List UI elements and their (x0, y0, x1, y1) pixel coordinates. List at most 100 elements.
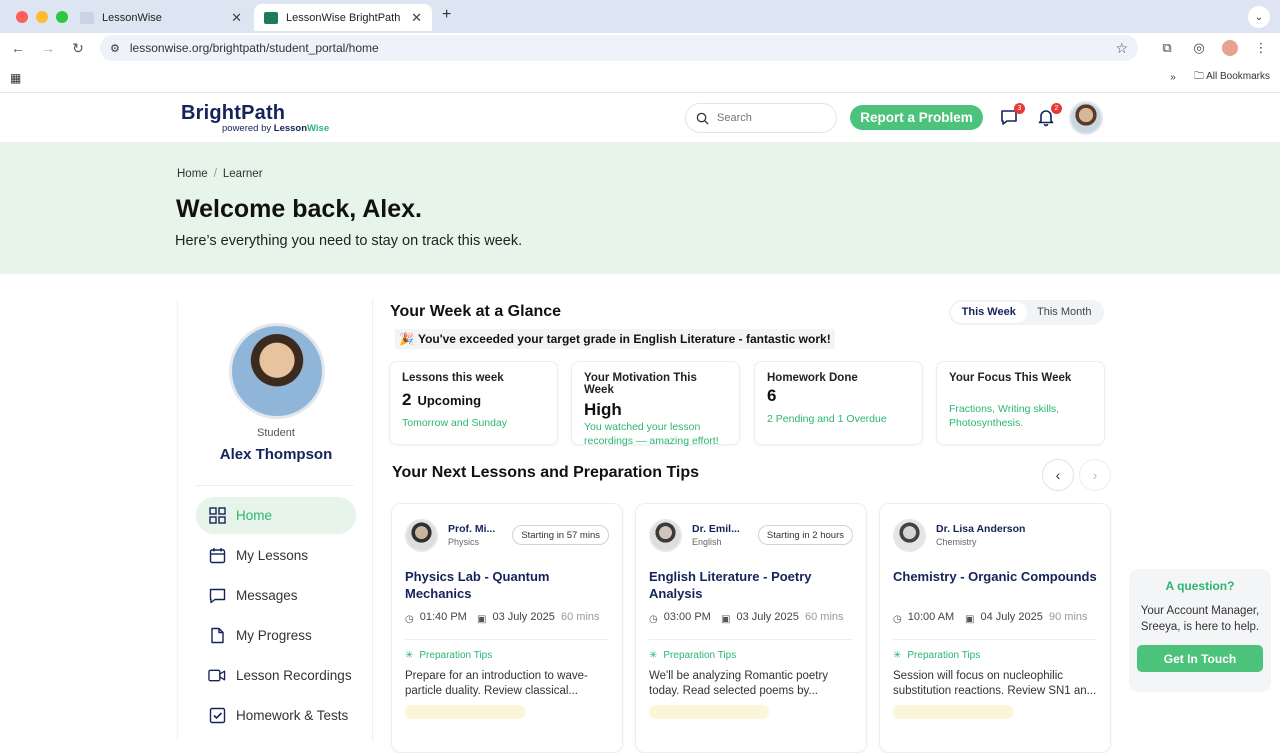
brightpath-logo[interactable]: BrightPath powered by LessonWise (181, 102, 329, 134)
stat-card-lessons: Lessons this week 2 Upcoming Tomorrow and… (389, 361, 558, 445)
apps-grid-icon[interactable]: ▦ (10, 71, 21, 85)
window-controls[interactable] (16, 11, 68, 23)
lesson-time: 10:00 AM (907, 611, 955, 623)
site-settings-icon[interactable]: ⚙ (110, 42, 120, 55)
search-box[interactable] (685, 103, 837, 133)
tab-close-icon[interactable]: ✕ (231, 10, 242, 26)
tab-favicon-icon (264, 11, 278, 24)
page-title: Welcome back, Alex. (176, 195, 422, 223)
lesson-card[interactable]: Dr. Emil... English Starting in 2 hours E… (635, 503, 867, 753)
teacher-subject: Physics (448, 537, 480, 547)
sparkle-icon: ✳ (405, 650, 414, 661)
back-icon[interactable]: ← (10, 40, 26, 56)
prep-label: Preparation Tips (419, 650, 493, 661)
week-glance-title: Your Week at a Glance (390, 303, 562, 320)
powered-by-text: powered by (222, 123, 272, 134)
stat-title: Homework Done (767, 372, 858, 384)
more-bookmarks-icon[interactable]: » (1170, 72, 1176, 83)
minimize-window-icon[interactable] (36, 11, 48, 23)
chrome-labs-icon[interactable]: ◎ (1190, 40, 1208, 56)
teacher-avatar (405, 518, 438, 552)
lesson-title[interactable]: English Literature - Poetry Analysis (649, 568, 853, 602)
help-widget: A question? Your Account Manager, Sreeya… (1129, 569, 1271, 692)
close-window-icon[interactable] (16, 11, 28, 23)
browser-tabbar: LessonWise ✕ LessonWise BrightPath ✕ + ⌄ (0, 0, 1280, 33)
breadcrumb-home[interactable]: Home (177, 168, 208, 180)
teacher-name: Dr. Emil... (692, 523, 740, 535)
browser-menu-icon[interactable]: ⋮ (1252, 40, 1270, 56)
video-icon (208, 667, 226, 685)
new-tab-icon[interactable]: + (442, 6, 451, 24)
lesson-time: 03:00 PM (663, 611, 711, 623)
search-input[interactable] (717, 112, 817, 124)
clock-icon: ◷ (405, 614, 414, 625)
profile-name: Alex Thompson (219, 446, 333, 463)
carousel-prev-button[interactable]: ‹ (1042, 459, 1074, 491)
sidebar-item-homework-tests[interactable]: Homework & Tests (196, 697, 356, 734)
stat-title: Lessons this week (402, 372, 504, 384)
stat-card-homework: Homework Done 6 2 Pending and 1 Overdue (754, 361, 923, 445)
lesson-card[interactable]: Prof. Mi... Physics Starting in 57 mins P… (391, 503, 623, 753)
toggle-this-week[interactable]: This Week (951, 302, 1027, 323)
reload-icon[interactable]: ↻ (70, 40, 86, 57)
sidebar-divider (196, 485, 354, 486)
extensions-icon[interactable]: ⧉ (1158, 40, 1176, 56)
lesson-title[interactable]: Physics Lab - Quantum Mechanics (405, 568, 609, 602)
chevron-left-icon: ‹ (1055, 467, 1061, 483)
url-text[interactable]: lessonwise.org/brightpath/student_portal… (130, 41, 1106, 55)
maximize-window-icon[interactable] (56, 11, 68, 23)
document-icon (208, 627, 226, 645)
browser-toolbar: ← → ↻ ⚙ lessonwise.org/brightpath/studen… (0, 33, 1280, 63)
chat-icon (208, 587, 226, 605)
lesson-duration: 60 mins (805, 611, 844, 623)
starting-badge: Starting in 57 mins (512, 525, 609, 545)
lesson-date: 03 July 2025 (736, 611, 799, 623)
grid-icon (208, 507, 226, 525)
forward-icon[interactable]: → (40, 40, 56, 56)
carousel-next-button[interactable]: › (1079, 459, 1111, 491)
achievement-banner: 🎉 You've exceeded your target grade in E… (395, 329, 835, 349)
tab-label: LessonWise BrightPath (286, 11, 401, 24)
messages-button[interactable]: 3 (999, 103, 1025, 129)
search-icon (696, 112, 709, 125)
browser-tab-brightpath[interactable]: LessonWise BrightPath ✕ (254, 4, 432, 31)
sparkle-icon: ✳ (893, 650, 902, 661)
stat-value: 6 (767, 386, 777, 405)
user-avatar[interactable] (1069, 101, 1103, 135)
browser-tab-lessonwise[interactable]: LessonWise ✕ (70, 4, 252, 31)
lesson-tag (893, 705, 1013, 719)
tab-label: LessonWise (102, 11, 162, 24)
all-bookmarks[interactable]: 🗀 All Bookmarks (1194, 69, 1270, 86)
teacher-subject: Chemistry (936, 537, 977, 547)
bookmark-star-icon[interactable]: ☆ (1115, 40, 1128, 57)
address-bar[interactable]: ⚙ lessonwise.org/brightpath/student_port… (100, 35, 1138, 61)
report-problem-button[interactable]: Report a Problem (850, 105, 983, 130)
tab-close-icon[interactable]: ✕ (411, 10, 422, 26)
calendar-icon (208, 547, 226, 565)
stat-value: High (584, 400, 622, 419)
lesson-date: 04 July 2025 (980, 611, 1043, 623)
sidebar-item-messages[interactable]: Messages (196, 577, 356, 614)
calendar-icon: ▣ (965, 614, 975, 625)
all-bookmarks-label: All Bookmarks (1206, 71, 1270, 82)
welcome-hero: Home / Learner Welcome back, Alex. Here’s … (0, 143, 1280, 274)
toggle-this-month[interactable]: This Month (1027, 302, 1103, 323)
lesson-tag (649, 705, 769, 719)
next-lessons-title: Your Next Lessons and Preparation Tips (392, 464, 700, 481)
party-popper-icon: 🎉 (399, 332, 414, 346)
lesson-card[interactable]: Dr. Lisa Anderson Chemistry Chemistry - O… (879, 503, 1111, 753)
tab-search-chevron-icon[interactable]: ⌄ (1248, 6, 1270, 28)
get-in-touch-button[interactable]: Get In Touch (1137, 645, 1263, 672)
sidebar-item-my-lessons[interactable]: My Lessons (196, 537, 356, 574)
sparkle-icon: ✳ (649, 650, 658, 661)
sidebar-item-home[interactable]: Home (196, 497, 356, 534)
folder-icon: 🗀 (1193, 71, 1204, 82)
sidebar-item-my-progress[interactable]: My Progress (196, 617, 356, 654)
stat-note: Fractions, Writing skills, Photosynthesi… (949, 403, 1060, 429)
sidebar-item-label: My Lessons (236, 548, 309, 563)
starting-badge: Starting in 2 hours (757, 525, 853, 545)
sidebar-item-lesson-recordings[interactable]: Lesson Recordings (196, 657, 356, 694)
lesson-title[interactable]: Chemistry - Organic Compounds (893, 568, 1097, 602)
notifications-button[interactable]: 2 (1036, 103, 1062, 129)
browser-profile-avatar[interactable] (1222, 40, 1238, 56)
